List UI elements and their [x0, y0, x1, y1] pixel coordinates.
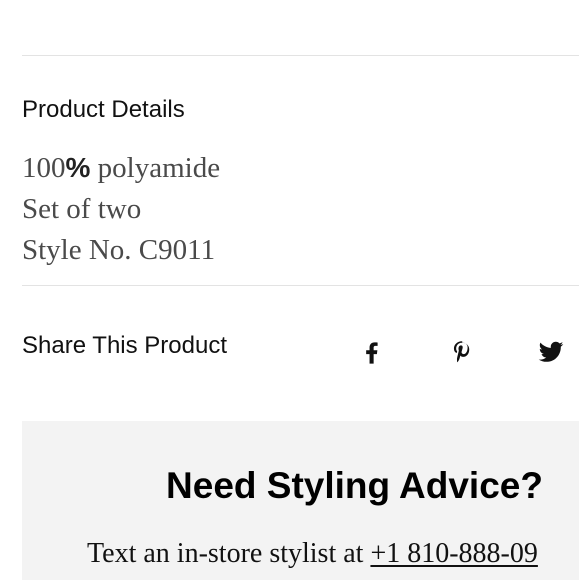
detail-set: Set of two: [22, 191, 220, 232]
styling-advice-title: Need Styling Advice?: [166, 465, 543, 506]
top-divider: [22, 55, 579, 56]
material-amount: 100: [22, 152, 66, 184]
detail-material: 100% polyamide: [22, 150, 220, 191]
detail-style-number: Style No. C9011: [22, 232, 220, 273]
stylist-text: Text an in-store stylist at +1 810-888-0…: [87, 537, 538, 571]
twitter-icon[interactable]: [537, 338, 565, 366]
material-name: polyamide: [90, 152, 221, 184]
product-details-list: 100% polyamide Set of two Style No. C901…: [22, 150, 220, 273]
share-product-heading: Share This Product: [22, 332, 227, 359]
percent-sign: %: [65, 152, 91, 183]
stylist-text-prefix: Text an in-store stylist at: [87, 538, 371, 569]
middle-divider: [22, 285, 579, 286]
pinterest-icon[interactable]: [448, 338, 476, 366]
facebook-icon[interactable]: [358, 338, 386, 366]
product-info-page: Product Details 100% polyamide Set of tw…: [0, 0, 579, 580]
set-text: Set of two: [22, 193, 142, 225]
styling-advice-panel: Need Styling Advice? Text an in-store st…: [22, 421, 579, 580]
style-number-text: Style No. C9011: [22, 234, 216, 266]
stylist-phone-link[interactable]: +1 810-888-09: [370, 538, 537, 569]
product-details-heading: Product Details: [22, 96, 185, 123]
